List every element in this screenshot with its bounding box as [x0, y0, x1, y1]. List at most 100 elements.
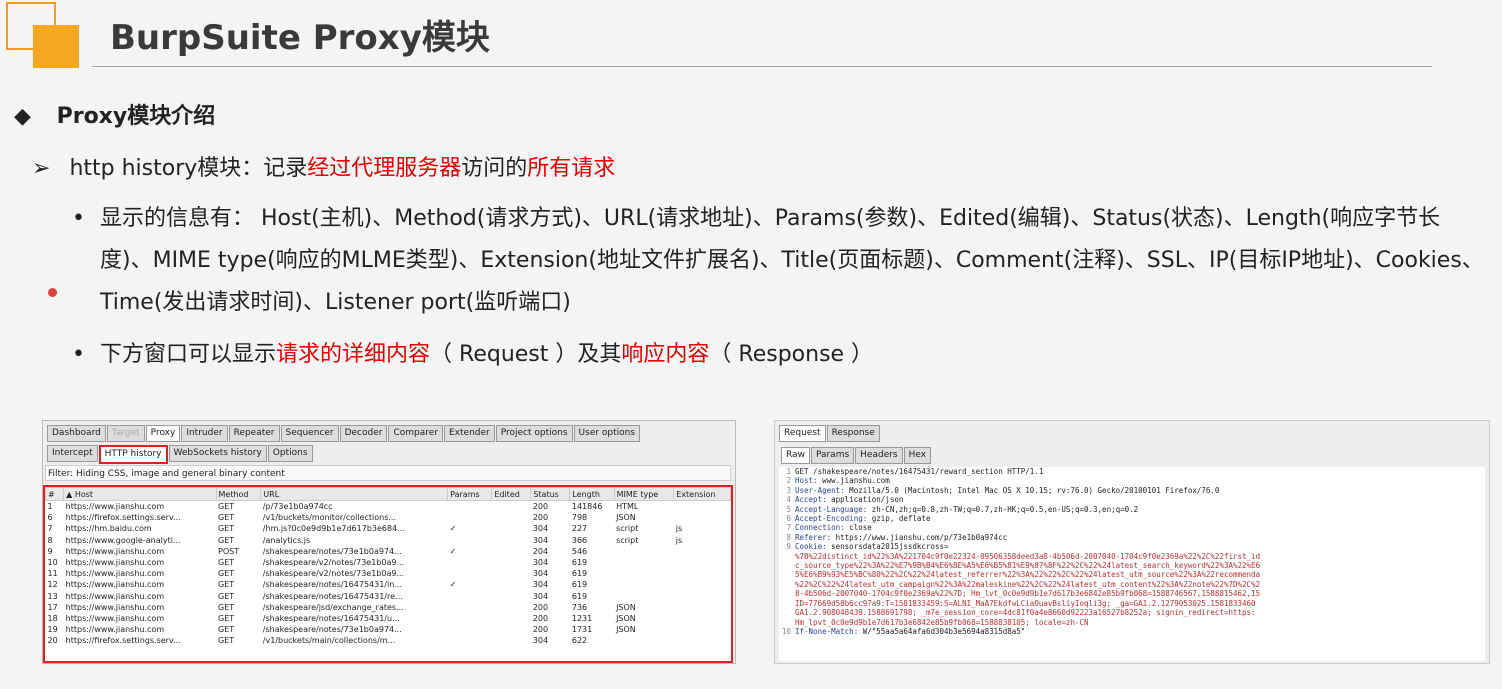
table-cell: https://www.jianshu.com [65, 580, 165, 590]
table-cell [492, 512, 531, 523]
table-row[interactable]: 17 https://www.jianshu.com GET/shakespeare… [46, 602, 731, 613]
table-cell [448, 635, 492, 646]
subtab-intercept[interactable]: Intercept [47, 445, 98, 462]
column-header[interactable]: Method [215, 487, 262, 501]
table-cell [492, 546, 531, 557]
table-cell [448, 613, 492, 624]
table-cell [614, 568, 674, 579]
tab-dashboard[interactable]: Dashboard [47, 425, 106, 442]
subtab-hex[interactable]: Hex [903, 447, 932, 464]
table-row[interactable]: 10 https://www.jianshu.com GET/shakespeare… [46, 557, 731, 568]
request-line: 3 User-Agent: Mozilla/5.0 (Macintosh; Int… [779, 486, 1485, 495]
table-cell: 622 [571, 636, 588, 646]
table-cell: 304 [532, 535, 549, 545]
table-row[interactable]: 9 https://www.jianshu.com POST/shakespeare… [46, 546, 731, 557]
column-header[interactable]: Edited [491, 487, 532, 501]
table-row[interactable]: 7 https://hm.baidu.com GET/hm.js?0c0e9d9b1… [46, 523, 731, 534]
subtab-raw[interactable]: Raw [781, 447, 810, 464]
column-header[interactable]: Extension [673, 487, 731, 501]
bullet2-red-2: 响应内容 [621, 342, 710, 367]
table-cell: JSON [616, 625, 636, 635]
table-row[interactable]: 12 https://www.jianshu.com GET/shakespeare… [46, 579, 731, 590]
column-header[interactable]: Length [569, 487, 615, 501]
subtab-websockets-history[interactable]: WebSockets history [168, 445, 267, 462]
tab-project-options[interactable]: Project options [495, 425, 573, 442]
tab-decoder[interactable]: Decoder [339, 425, 388, 442]
table-cell: /shakespeare/notes/16475431/in... [262, 580, 402, 590]
table-cell: 17 [47, 602, 58, 612]
table-cell: 1231 [571, 613, 593, 623]
table-row[interactable]: 8 https://www.google-analyti... GET/analyt… [46, 535, 731, 546]
column-header[interactable]: URL [260, 487, 449, 501]
table-cell: 619 [571, 591, 588, 601]
sub-mid: 访问的 [461, 156, 528, 181]
raw-request-text: 1 GET /shakespeare/notes/16475431/reward_… [779, 467, 1485, 661]
table-cell: GET [218, 602, 235, 612]
request-line: 5 Accept-Language: zh-CN,zh;q=0.8,zh-TW;q… [779, 505, 1485, 514]
table-cell: https://www.google-analyti... [65, 535, 181, 545]
table-cell [492, 602, 531, 613]
bullet-icon: • [72, 342, 85, 367]
column-header[interactable]: Params [447, 487, 493, 501]
bullet2-a: 下方窗口可以显示 [100, 342, 277, 367]
table-row[interactable]: 1 https://www.jianshu.com GET/p/73e1b0a974… [46, 501, 731, 513]
header-name: Accept-Encoding: [795, 514, 868, 524]
subtab-http-history[interactable]: HTTP history [98, 445, 168, 464]
arrow-icon: ➢ [32, 156, 51, 181]
column-header[interactable]: ▲ Host [63, 487, 217, 501]
tab-intruder[interactable]: Intruder [181, 425, 228, 442]
request-response-tabs: Request Response [779, 425, 881, 442]
request-line: 6 Accept-Encoding: gzip, deflate [779, 514, 1485, 523]
sub-heading: ➢ http history模块：记录经过代理服务器访问的所有请求 [32, 150, 615, 182]
table-row[interactable]: 20 https://firefox.settings.serv... GET/v1… [46, 635, 731, 646]
tab-response[interactable]: Response [826, 425, 880, 442]
subtab-options[interactable]: Options [267, 445, 313, 462]
column-header[interactable]: MIME type [613, 487, 675, 501]
table-row[interactable]: 6 https://firefox.settings.serv... GET/v1/… [46, 512, 731, 523]
tab-extender[interactable]: Extender [444, 425, 495, 442]
table-row[interactable]: 19 https://www.jianshu.com GET/shakespeare… [46, 624, 731, 635]
bullet-window: • 下方窗口可以显示请求的详细内容（ Request ）及其响应内容（ Resp… [72, 334, 1492, 376]
subtab-params[interactable]: Params [810, 447, 855, 464]
tab-request[interactable]: Request [779, 425, 826, 442]
header-name: Referer: [795, 532, 832, 542]
column-header[interactable]: # [45, 487, 65, 501]
request-line: 8 Referer: https://www.jianshu.com/p/73e1… [779, 533, 1485, 542]
table-cell [492, 579, 531, 590]
table-row[interactable]: 13 https://www.jianshu.com GET/shakespeare… [46, 591, 731, 602]
table-cell [448, 624, 492, 635]
tab-proxy[interactable]: Proxy [145, 425, 181, 442]
header-value: %22%2C%22%24latest_utm_campaign%22%3A%22… [795, 579, 1261, 589]
table-cell [674, 557, 731, 568]
tab-user-options[interactable]: User options [573, 425, 641, 442]
history-header-row: # ▲ Host Method URL Params Edited Status Length… [45, 487, 731, 501]
subtab-headers[interactable]: Headers [855, 447, 903, 464]
line-number: 2 [786, 476, 791, 486]
table-cell [614, 546, 674, 557]
table-cell: /shakespeare/jsd/exchange_rates... [262, 602, 404, 612]
table-cell: 13 [47, 591, 58, 601]
table-row[interactable]: 18 https://www.jianshu.com GET/shakespeare… [46, 613, 731, 624]
table-cell [614, 635, 674, 646]
tab-sequencer[interactable]: Sequencer [280, 425, 339, 442]
request-line: Hm_lpvt_0c0e9d9b1e7d617b3e6842e85b9fb068… [779, 618, 1485, 627]
diamond-icon: ◆ [14, 104, 31, 129]
bullet2-b: （ Request ）及其 [430, 342, 622, 367]
header-value: www.jianshu.com [817, 476, 890, 486]
tab-comparer[interactable]: Comparer [388, 425, 443, 442]
tab-target[interactable]: Target [106, 425, 145, 442]
table-cell: 798 [571, 513, 588, 523]
table-cell: /p/73e1b0a974cc [262, 502, 333, 512]
table-cell [448, 591, 492, 602]
request-line: ID=77669d58b6cc97a9:T=1581833459:S=ALNI_… [779, 599, 1485, 608]
table-cell: JSON [616, 613, 636, 623]
column-header[interactable]: Status [530, 487, 571, 501]
header-value: gzip, deflate [867, 514, 931, 524]
table-cell: https://www.jianshu.com [65, 569, 165, 579]
header-name: Connection: [795, 523, 845, 533]
heading-text: Proxy模块介绍 [56, 104, 216, 129]
table-row[interactable]: 11 https://www.jianshu.com GET/shakespeare… [46, 568, 731, 579]
filter-bar[interactable]: Filter: Hiding CSS, image and general bi… [45, 465, 731, 481]
tab-repeater[interactable]: Repeater [228, 425, 280, 442]
header-value: GET /shakespeare/notes/16475431/reward_s… [795, 467, 1044, 476]
